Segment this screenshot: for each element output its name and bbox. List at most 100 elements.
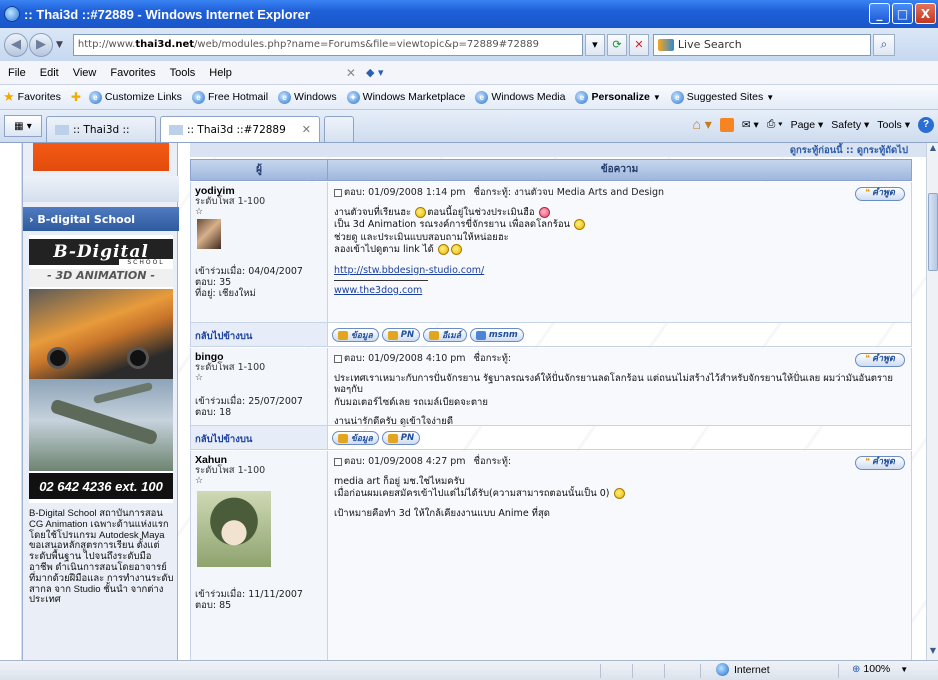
zoom-control[interactable]: ⊕ 100% ▼	[852, 663, 908, 675]
join-date: เข้าร่วมเมื่อ: 11/11/2007	[195, 589, 303, 600]
toolbar-close-icon[interactable]: ✕	[346, 66, 356, 80]
post-subject: ชื่อกระทู้:	[473, 456, 512, 467]
quote-button[interactable]: ❝ คำพูด	[855, 456, 905, 470]
tab-bar: ▦ ▾ :: Thai3d :: :: Thai3d ::#72889 ✕ ⌂ …	[0, 110, 938, 143]
chevron-right-icon: ›	[29, 212, 38, 226]
back-button[interactable]: ◀	[4, 32, 28, 57]
tab-close-icon[interactable]: ✕	[302, 123, 311, 136]
search-icon[interactable]: ⌕	[872, 33, 895, 56]
safety-menu[interactable]: Safety ▾	[831, 119, 869, 131]
menu-tools[interactable]: Tools	[170, 67, 196, 79]
help-icon[interactable]: ?	[918, 116, 934, 133]
add-favorite-icon[interactable]: ✚	[71, 90, 81, 104]
post-text: งานตัวจบที่เรียนฮะ ตอนนี้อยู่ในช่วงประเม…	[334, 206, 905, 297]
menu-help[interactable]: Help	[209, 67, 232, 79]
quote-button[interactable]: ❝ คำพูด	[855, 353, 905, 367]
stop-icon[interactable]: ✕	[628, 33, 649, 56]
post-footer: กลับไปข้างบน ข้อมูล PN	[190, 425, 912, 450]
promo-plane-image	[29, 379, 173, 471]
post-line: งานตัวจบที่เรียนฮะ	[334, 206, 412, 218]
url-field[interactable]: http://www. thai3d.net/web/modules.php?na…	[72, 33, 583, 56]
print-icon[interactable]: ⎙ ▾	[767, 118, 783, 131]
home-icon[interactable]: ⌂ ▾	[692, 116, 711, 133]
mail-icon[interactable]: ✉ ▾	[742, 119, 759, 131]
profile-button[interactable]: ข้อมูล	[332, 431, 379, 445]
author-meta: เข้าร่วมเมื่อ: 11/11/2007 ตอบ: 85	[195, 589, 303, 611]
toolbar-icon[interactable]: ◆ ▾	[366, 66, 383, 79]
post-date: ตอบ: 01/09/2008 1:14 pm	[344, 187, 466, 198]
url-prefix: http://www.	[77, 39, 136, 50]
ie-page-icon: e	[670, 90, 684, 104]
pm-button[interactable]: PN	[381, 328, 421, 342]
fav-link-windows[interactable]: e Windows	[278, 90, 337, 104]
fav-link-personalize[interactable]: e Personalize ▼	[575, 90, 661, 104]
refresh-icon[interactable]: ⟳	[606, 33, 627, 56]
page-content: › B-digital School B-Digital SCHOOL - 3D…	[0, 143, 926, 660]
divider	[334, 280, 428, 281]
author-rank: ระดับโพส 1-100	[195, 362, 266, 373]
topic-nav-links[interactable]: ดูกระทู้ก่อนนี้ :: ดูกระทู้ถัดไป	[190, 143, 926, 157]
post-line: ช่วยดู และประเมินแบบสอบถามให้หน่อยฮะ	[334, 231, 509, 243]
post-count: ตอบ: 85	[195, 600, 232, 611]
tab-thai3d[interactable]: :: Thai3d ::	[46, 116, 156, 142]
post-link[interactable]: http://stw.bbdesign-studio.com/	[334, 265, 484, 276]
rank-star-icon: ☆	[195, 207, 204, 217]
post-count: ตอบ: 35	[195, 277, 232, 288]
zoom-level: 100%	[863, 663, 891, 675]
post-author-panel: bingo ระดับโพส 1-100 ☆ เข้าร่วมเมื่อ: 25…	[191, 348, 328, 425]
fav-link-label: Windows Marketplace	[362, 91, 466, 103]
post-date: ตอบ: 01/09/2008 4:10 pm	[344, 353, 466, 364]
feeds-icon[interactable]	[719, 117, 734, 132]
new-tab-button[interactable]	[324, 116, 354, 142]
search-input[interactable]: Live Search	[652, 33, 871, 56]
page-menu[interactable]: Page ▾	[791, 119, 824, 131]
pm-button[interactable]: PN	[381, 431, 421, 445]
bdigital-promo-banner[interactable]: B-Digital SCHOOL - 3D ANIMATION - 02 642…	[29, 235, 173, 503]
post-subject: ชื่อกระทู้: งานตัวจบ Media Arts and Desi…	[473, 187, 665, 198]
zone-label: Internet	[734, 663, 770, 676]
quote-button[interactable]: ❝ คำพูด	[855, 187, 905, 201]
fav-link-media[interactable]: e Windows Media	[475, 90, 565, 104]
menu-view[interactable]: View	[73, 67, 97, 79]
scrollbar-thumb[interactable]	[928, 193, 938, 271]
favorites-button[interactable]: ★ Favorites	[3, 89, 61, 105]
email-button[interactable]: อีเมล์	[423, 328, 467, 342]
url-dropdown-icon[interactable]: ▾	[584, 33, 605, 56]
fav-link-marketplace[interactable]: ✦ Windows Marketplace	[346, 90, 466, 104]
address-bar: ◀ ▶ ▼ http://www. thai3d.net/web/modules.…	[0, 28, 938, 61]
security-zone[interactable]: Internet	[716, 663, 770, 676]
menu-edit[interactable]: Edit	[40, 67, 59, 79]
windows-flag-icon: ✦	[346, 90, 360, 104]
tab-label: :: Thai3d ::#72889	[187, 123, 286, 136]
menu-file[interactable]: File	[8, 67, 26, 79]
fav-link-label: Windows	[294, 91, 337, 103]
window-title: :: Thai3d ::#72889 - Windows Internet Ex…	[24, 6, 310, 22]
maximize-button[interactable]: □	[892, 3, 913, 24]
back-to-top-link[interactable]: กลับไปข้างบน	[191, 323, 328, 346]
close-button[interactable]: X	[915, 3, 936, 24]
fav-link-hotmail[interactable]: e Free Hotmail	[191, 90, 269, 104]
minimize-button[interactable]: _	[869, 3, 890, 24]
vertical-scrollbar[interactable]: ▲ ▼	[926, 143, 938, 660]
author-column-header: ผู้	[191, 160, 328, 180]
profile-button[interactable]: ข้อมูล	[332, 328, 379, 342]
tab-thai3d-72889[interactable]: :: Thai3d ::#72889 ✕	[160, 116, 320, 142]
post-link[interactable]: www.the3dog.com	[334, 285, 422, 296]
fav-link-label: Free Hotmail	[207, 91, 269, 103]
scroll-up-icon[interactable]: ▲	[927, 143, 938, 157]
author-rank: ระดับโพส 1-100	[195, 465, 266, 476]
post-line: กับมอเตอร์ไซด์เลย รถเมล์เบียดจะตาย	[334, 396, 488, 408]
post-footer: กลับไปข้างบน ข้อมูล PN อีเมล์ msnm	[190, 322, 912, 347]
fav-link-suggested[interactable]: e Suggested Sites ▼	[670, 90, 774, 104]
msn-button[interactable]: msnm	[469, 328, 524, 342]
scroll-down-icon[interactable]: ▼	[927, 646, 938, 660]
tools-menu[interactable]: Tools ▾	[877, 119, 910, 131]
post-line: เป็น 3d Animation รณรงค์การขี่จักรยาน เพ…	[334, 219, 571, 230]
back-to-top-link[interactable]: กลับไปข้างบน	[191, 426, 328, 449]
fav-link-customize[interactable]: e Customize Links	[88, 90, 182, 104]
sidebar-section-title[interactable]: › B-digital School	[23, 207, 179, 231]
forward-button[interactable]: ▶	[29, 32, 53, 57]
quick-tabs-button[interactable]: ▦ ▾	[4, 115, 42, 137]
history-dropdown-icon[interactable]: ▼	[56, 40, 63, 50]
menu-favorites[interactable]: Favorites	[110, 67, 155, 79]
